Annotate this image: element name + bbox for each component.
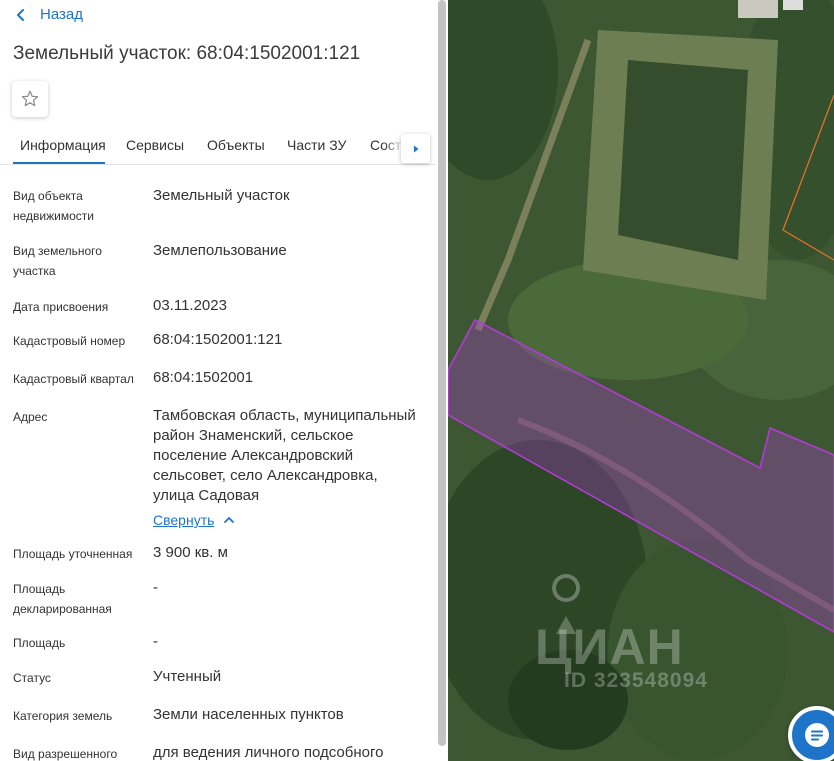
detail-value: - [153, 579, 158, 596]
detail-label: Кадастровый квартал [13, 372, 134, 386]
chat-button[interactable] [788, 706, 834, 761]
chat-bubble-icon [805, 723, 829, 747]
detail-value: 68:04:1502001 [153, 369, 254, 386]
tabs-scroll-right-button[interactable] [401, 134, 430, 163]
tab-bar: Информация Сервисы Объекты Части ЗУ Сост… [0, 127, 436, 165]
favorite-button[interactable] [12, 81, 48, 117]
detail-value: 3 900 кв. м [153, 544, 228, 561]
detail-label: Площадь уточненная [13, 547, 133, 561]
watermark-brand: ЦИАН [535, 619, 684, 675]
detail-label: Площадь [13, 636, 66, 650]
detail-label: Дата присвоения [13, 300, 109, 314]
watermark-id: ID 323548094 [564, 669, 708, 692]
detail-value: 03.11.2023 [153, 297, 227, 314]
info-panel: Назад Земельный участок: 68:04:1502001:1… [0, 0, 436, 761]
back-button[interactable]: Назад [14, 5, 83, 25]
detail-value: Земельный участок [153, 187, 290, 204]
detail-label: Кадастровый номер [13, 334, 126, 348]
detail-label: Вид земельного участка [13, 244, 102, 278]
address-value: Тамбовская область, муниципальный район … [153, 407, 416, 504]
panel-scrollbar-thumb[interactable] [438, 0, 446, 746]
chevron-up-icon [224, 517, 235, 523]
collapse-label: Свернуть [153, 512, 215, 528]
detail-label: Вид разрешенного [13, 747, 118, 761]
tab-objects[interactable]: Объекты [207, 136, 265, 154]
detail-value: 68:04:1502001:121 [153, 331, 283, 348]
detail-value: Учтенный [153, 668, 222, 685]
caret-right-icon [413, 145, 418, 152]
detail-value: для ведения личного подсобного [153, 744, 384, 761]
back-label: Назад [40, 6, 83, 23]
detail-label: Адрес [13, 410, 48, 424]
collapse-address-button[interactable]: Свернуть [153, 510, 235, 530]
satellite-map[interactable]: ЦИАН ID 323548094 [448, 0, 834, 761]
chevron-left-icon [17, 9, 24, 21]
detail-value: Земли населенных пунктов [153, 706, 344, 723]
tab-parts[interactable]: Части ЗУ [287, 136, 346, 154]
tab-info[interactable]: Информация [20, 136, 106, 154]
active-tab-indicator [13, 162, 105, 164]
detail-label: Площадь декларированная [13, 582, 112, 616]
tab-services[interactable]: Сервисы [126, 136, 184, 154]
detail-label: Категория земель [13, 709, 113, 723]
detail-label: Вид объекта недвижимости [13, 189, 94, 223]
detail-value: Землепользование [153, 242, 287, 259]
detail-label: Статус [13, 671, 51, 685]
page-title: Земельный участок: 68:04:1502001:121 [13, 43, 361, 64]
star-icon [21, 90, 39, 107]
detail-value: - [153, 633, 158, 650]
